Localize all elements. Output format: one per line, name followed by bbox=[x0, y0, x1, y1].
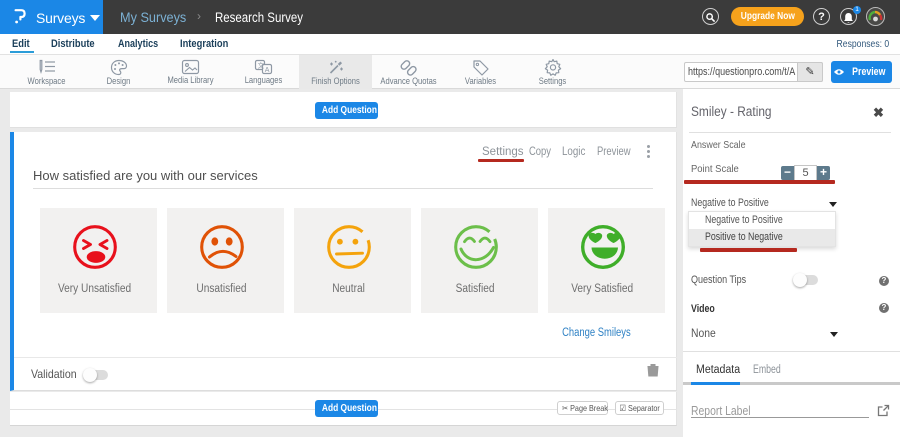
svg-text:文: 文 bbox=[257, 61, 264, 70]
svg-text:A: A bbox=[264, 67, 269, 74]
